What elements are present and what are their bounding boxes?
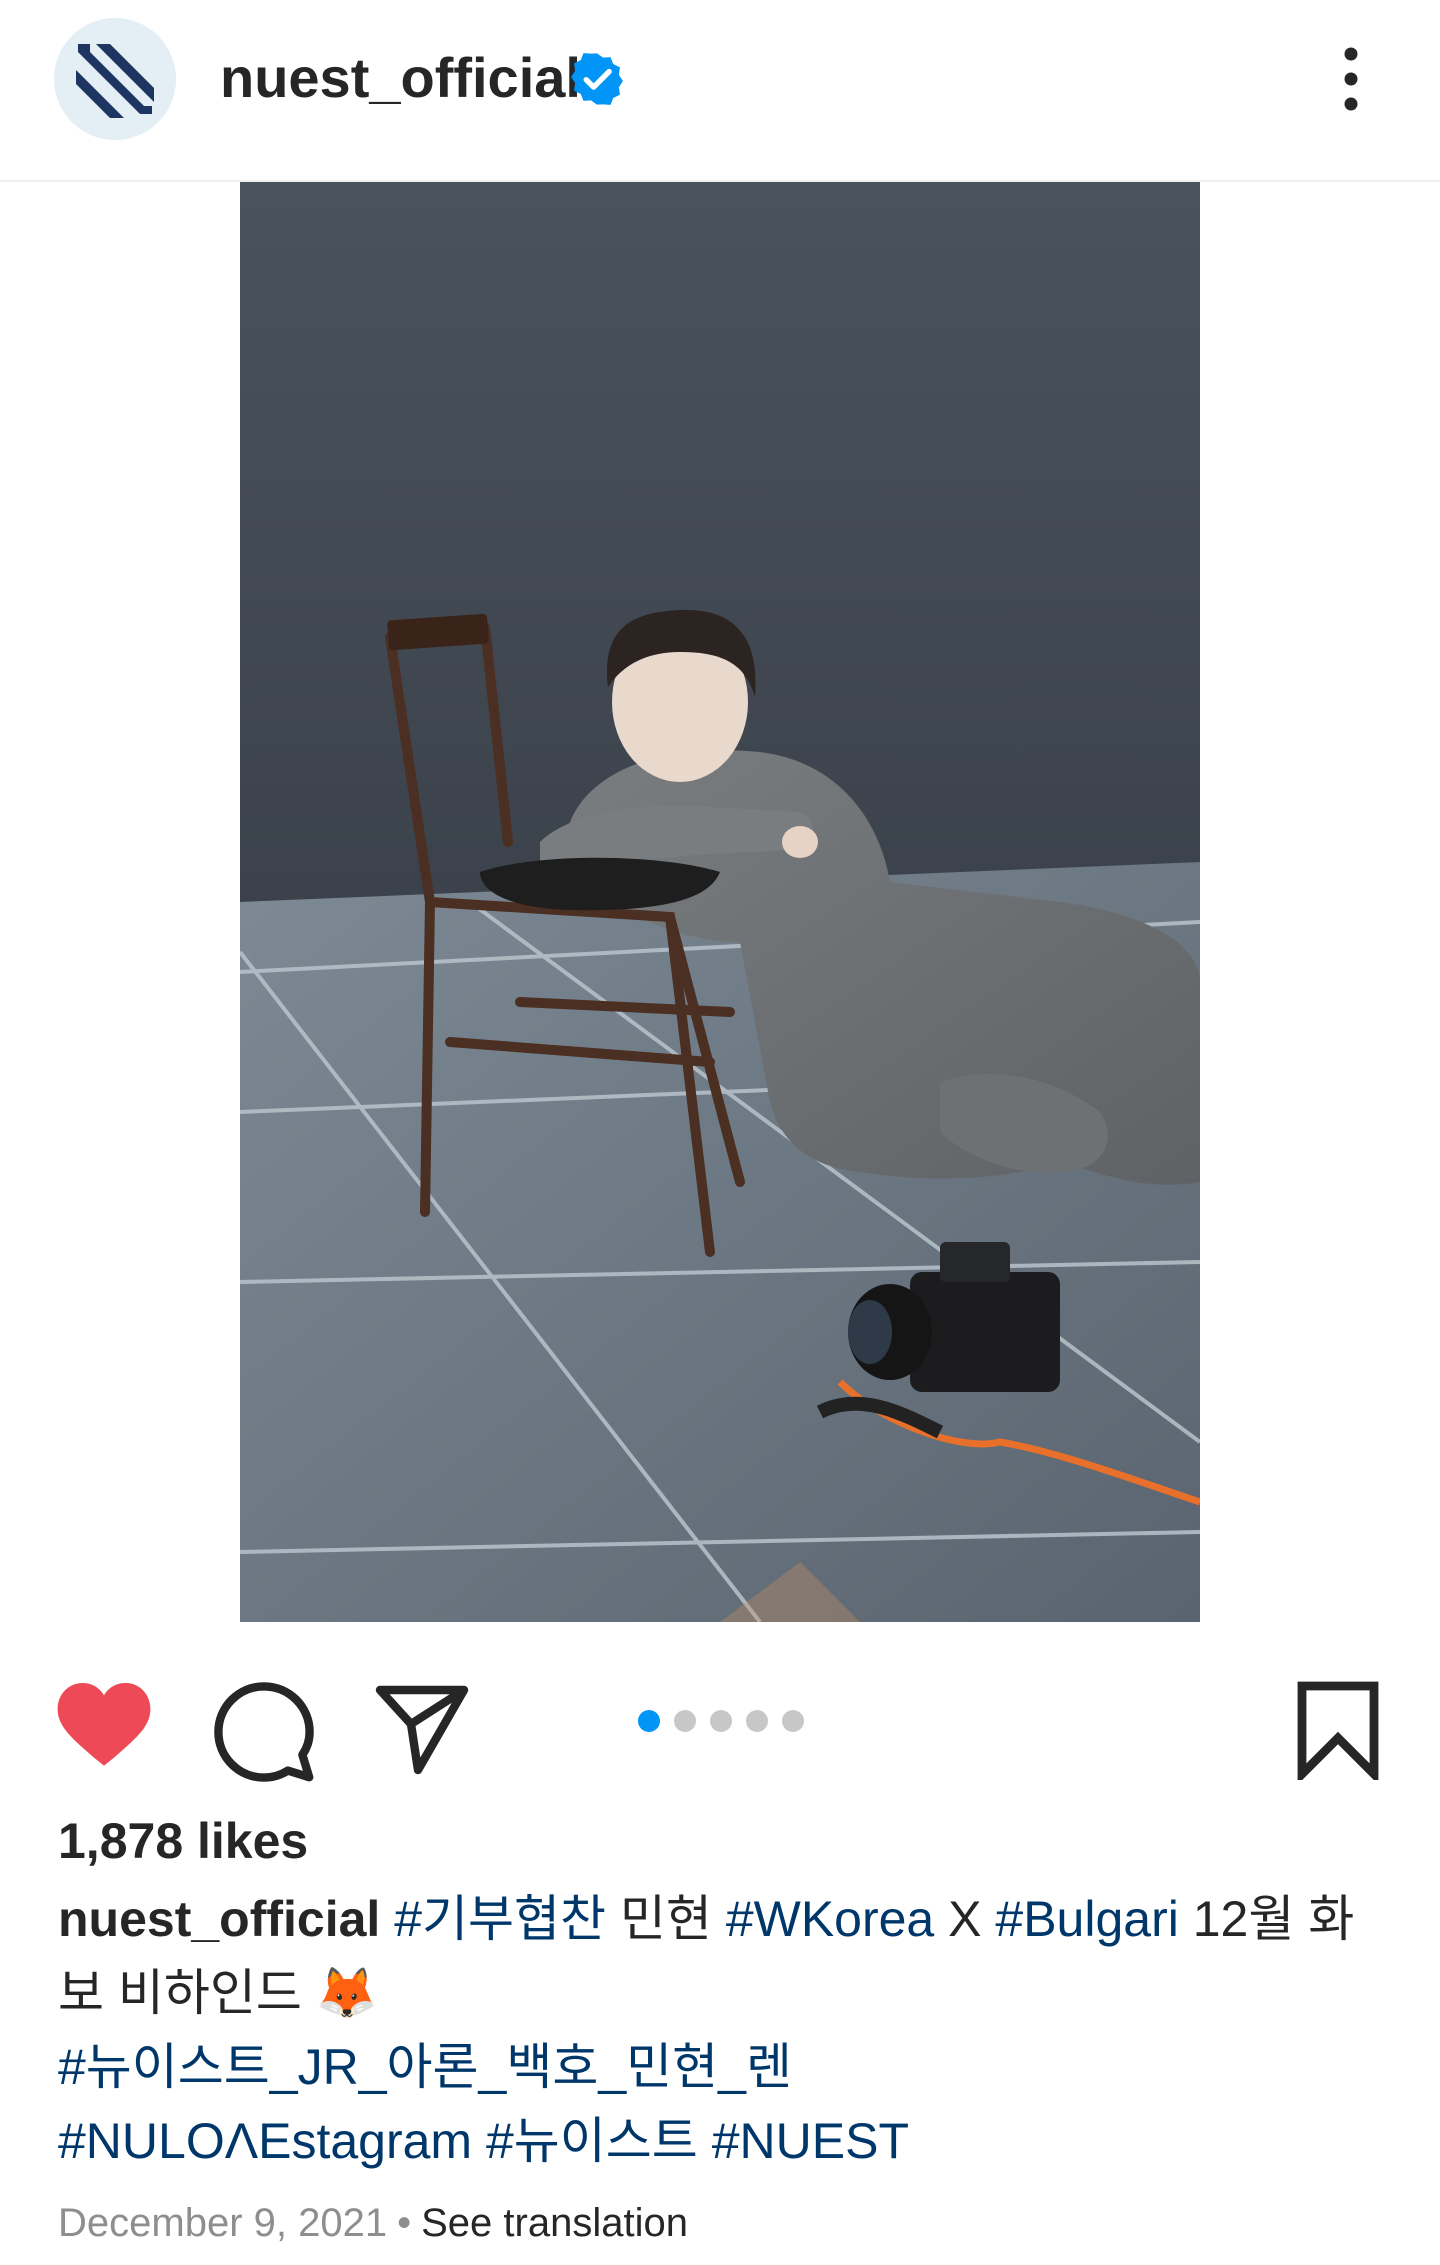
comment-icon[interactable] [214, 1682, 314, 1782]
carousel-dot-2 [674, 1710, 696, 1732]
caption-text: X [934, 1891, 996, 1947]
carousel-indicator [638, 1710, 804, 1732]
more-vertical-icon[interactable] [1325, 46, 1377, 112]
post-header: nuest_official [0, 0, 1440, 182]
carousel-dot-3 [710, 1710, 732, 1732]
hashtag[interactable]: #뉴이스트 [486, 2113, 698, 2169]
bookmark-icon[interactable] [1296, 1680, 1380, 1780]
hashtag[interactable]: #Bulgari [995, 1891, 1178, 1947]
meta-separator: • [397, 2201, 412, 2245]
avatar[interactable] [54, 18, 176, 140]
post-meta: December 9, 2021 • See translation [58, 2196, 688, 2250]
post-photo[interactable] [240, 182, 1200, 1622]
hashtag[interactable]: #WKorea [726, 1891, 934, 1947]
carousel-dot-4 [746, 1710, 768, 1732]
caption-username[interactable]: nuest_official [58, 1891, 380, 1947]
see-translation-link[interactable]: See translation [421, 2201, 688, 2245]
paper-plane-icon[interactable] [374, 1684, 470, 1776]
carousel-dot-1 [638, 1710, 660, 1732]
photo-illustration [240, 182, 1200, 1622]
hashtag[interactable]: #NULOΛEstagram [58, 2113, 472, 2169]
hashtag[interactable]: #NUEST [712, 2113, 909, 2169]
caption-text: 민현 [606, 1891, 726, 1947]
hashtag[interactable]: #기부협찬 [394, 1891, 606, 1947]
post-username[interactable]: nuest_official [220, 43, 581, 113]
hashtag[interactable]: #뉴이스트_JR_아론_백호_민현_렌 [58, 2039, 792, 2095]
post-date: December 9, 2021 [58, 2201, 388, 2245]
post-actions-bar [0, 1622, 1440, 1802]
nuest-logo-icon [54, 18, 176, 140]
carousel-dot-5 [782, 1710, 804, 1732]
post-caption: nuest_official #기부협찬 민현 #WKorea X #Bulga… [58, 1882, 1388, 2178]
verified-badge-icon [571, 53, 623, 105]
likes-count[interactable]: 1,878 likes [58, 1810, 308, 1872]
heart-icon[interactable] [56, 1682, 152, 1772]
